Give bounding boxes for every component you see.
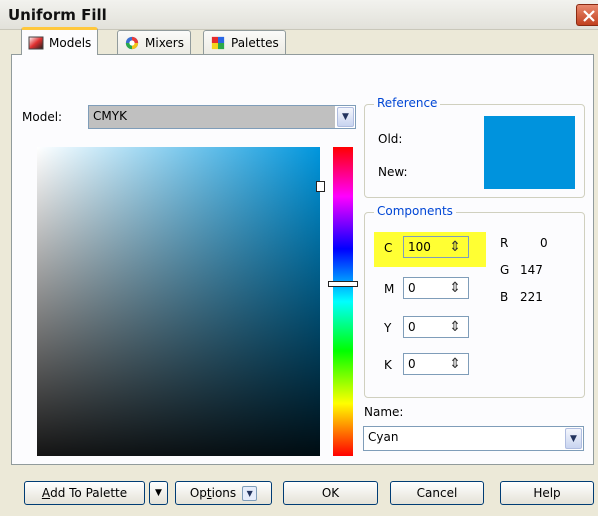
c-label: C [384, 241, 393, 255]
add-to-palette-button[interactable]: Add To Palette [24, 481, 145, 505]
chevron-down-icon[interactable]: ▼ [565, 428, 582, 449]
r-label: R [500, 236, 509, 250]
ok-label: OK [321, 486, 340, 500]
components-legend: Components [374, 204, 456, 218]
spin-arrows-icon[interactable]: ⇕ [449, 280, 461, 296]
tab-models-label: Models [49, 35, 92, 50]
help-label: Help [533, 486, 561, 500]
options-label-a: Op [189, 486, 207, 500]
spin-arrows-icon[interactable]: ⇕ [449, 319, 461, 335]
add-to-palette-label: dd To Palette [50, 486, 128, 500]
tab-mixers-label: Mixers [145, 35, 184, 50]
tab-palettes[interactable]: Palettes [203, 30, 286, 54]
spin-arrows-icon[interactable]: ⇕ [449, 239, 461, 255]
hue-slider-handle[interactable] [328, 281, 358, 287]
ok-button[interactable]: OK [283, 481, 378, 505]
window-title: Uniform Fill [8, 6, 107, 24]
new-color-swatch [484, 116, 575, 189]
y-spinner[interactable]: 0 ⇕ [403, 316, 469, 338]
g-value: 147 [520, 263, 543, 277]
close-button[interactable] [576, 4, 598, 26]
chevron-down-icon: ▼ [155, 488, 162, 498]
m-label: M [384, 282, 395, 296]
help-button[interactable]: Help [500, 481, 594, 505]
close-icon [583, 10, 595, 22]
tab-mixers[interactable]: Mixers [117, 30, 191, 54]
models-icon [28, 36, 44, 49]
hue-slider[interactable] [333, 147, 353, 456]
cancel-label: Cancel [416, 486, 458, 500]
title-bar: Uniform Fill [0, 0, 598, 30]
m-spinner[interactable]: 0 ⇕ [403, 277, 469, 299]
name-select-value: Cyan [368, 430, 399, 444]
chevron-down-icon[interactable]: ▼ [337, 107, 354, 127]
k-value: 0 [408, 357, 416, 371]
name-select[interactable]: Cyan ▼ [363, 426, 584, 451]
name-label: Name: [364, 405, 404, 419]
color-picker-marker[interactable] [316, 181, 325, 192]
y-label: Y [384, 321, 392, 335]
c-value: 100 [408, 240, 431, 254]
tab-palettes-label: Palettes [231, 35, 279, 50]
reference-legend: Reference [374, 96, 441, 110]
r-value: 0 [540, 236, 548, 250]
cancel-button[interactable]: Cancel [390, 481, 484, 505]
k-spinner[interactable]: 0 ⇕ [403, 353, 469, 375]
options-label-b: ions [211, 486, 237, 500]
add-to-palette-dropdown[interactable]: ▼ [149, 481, 168, 505]
b-value: 221 [520, 290, 543, 304]
b-label: B [500, 290, 509, 304]
model-select-value: CMYK [89, 106, 335, 128]
add-to-palette-accel: A [41, 486, 51, 500]
spin-arrows-icon[interactable]: ⇕ [449, 356, 461, 372]
chevron-down-icon: ▼ [242, 485, 258, 501]
options-button[interactable]: Op t ions ▼ [175, 481, 272, 505]
palettes-icon [211, 36, 225, 49]
new-label: New: [378, 165, 408, 179]
k-label: K [384, 358, 392, 372]
m-value: 0 [408, 281, 416, 295]
old-label: Old: [378, 132, 403, 146]
c-spinner[interactable]: 100 ⇕ [403, 236, 469, 258]
color-field[interactable] [37, 147, 320, 456]
model-label: Model: [22, 110, 63, 124]
model-select[interactable]: CMYK ▼ [88, 105, 356, 129]
g-label: G [500, 263, 510, 277]
y-value: 0 [408, 320, 416, 334]
mixers-icon [125, 36, 139, 49]
tab-models[interactable]: Models [21, 27, 99, 55]
